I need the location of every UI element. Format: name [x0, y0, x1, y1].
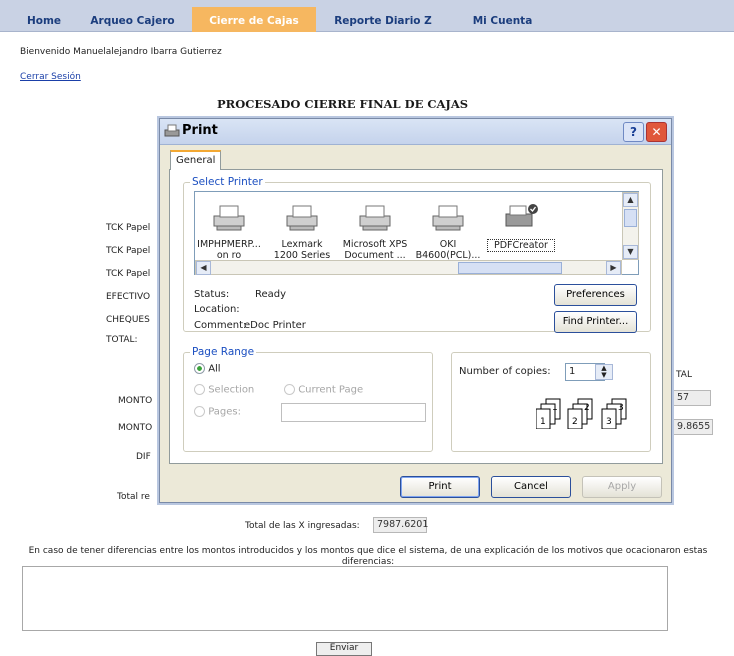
svg-text:3: 3	[618, 403, 624, 413]
printer-icon	[432, 205, 464, 231]
tab-reporte-diario-z[interactable]: Reporte Diario Z	[321, 7, 445, 32]
svg-text:2: 2	[572, 417, 578, 427]
monto-field[interactable]: 9.8655	[673, 419, 713, 435]
printer-item[interactable]: Microsoft XPS Document ...	[341, 202, 409, 261]
row-label: TCK Papel	[106, 246, 151, 256]
collate-icon: 11 22 33	[536, 398, 627, 429]
total-x-label: Total de las X ingresadas:	[245, 521, 360, 531]
main-nav: Home Arqueo Cajero Cierre de Cajas Repor…	[0, 0, 734, 32]
total-re-label: Total re	[117, 492, 150, 502]
printer-item[interactable]: IMPHPMERP... on ro	[195, 202, 263, 261]
scroll-thumb[interactable]	[458, 262, 562, 274]
dif-label: DIF	[136, 452, 151, 462]
explanation-prompt: En caso de tener diferencias entre los m…	[28, 546, 708, 567]
tab-home[interactable]: Home	[14, 7, 74, 32]
radio-selection[interactable]: Selection	[194, 384, 254, 396]
select-printer-title: Select Printer	[190, 176, 265, 188]
dialog-titlebar: Print ? ✕	[160, 119, 671, 145]
svg-text:2: 2	[584, 403, 590, 413]
radio-current-page[interactable]: Current Page	[284, 384, 363, 396]
cancel-button[interactable]: Cancel	[491, 476, 571, 498]
printer-icon	[164, 124, 180, 137]
svg-text:1: 1	[540, 417, 546, 427]
dialog-title: Print	[182, 123, 218, 138]
svg-text:1: 1	[552, 403, 558, 413]
printer-icon	[213, 205, 245, 231]
print-dialog: Print ? ✕ General Select Printer IMPHPME…	[159, 118, 672, 503]
general-panel: Select Printer IMPHPMERP... on ro Lexmar…	[169, 169, 663, 464]
svg-text:3: 3	[606, 417, 612, 427]
logout-link[interactable]: Cerrar Sesión	[20, 72, 81, 82]
select-printer-group: Select Printer IMPHPMERP... on ro Lexmar…	[183, 176, 651, 333]
row-label: EFECTIVO	[106, 292, 151, 302]
status-value: Ready	[255, 289, 287, 300]
find-printer-button[interactable]: Find Printer...	[554, 311, 637, 333]
page-title: PROCESADO CIERRE FINAL DE CAJAS	[217, 97, 469, 111]
send-button[interactable]: Enviar	[316, 642, 372, 656]
chevron-left-icon[interactable]: ◀	[196, 261, 211, 275]
col-total-label: TAL	[676, 370, 692, 380]
location-label: Location:	[194, 304, 240, 315]
radio-pages[interactable]: Pages:	[194, 406, 241, 418]
printer-list[interactable]: IMPHPMERP... on ro Lexmark 1200 Series o…	[194, 191, 639, 275]
printer-list-hscroll[interactable]: ◀ ▶	[195, 260, 622, 275]
printer-item-selected[interactable]: PDFCreator	[487, 202, 555, 252]
page-range-title: Page Range	[190, 346, 257, 358]
welcome-text: Bienvenido Manuelalejandro Ibarra Gutier…	[20, 47, 222, 57]
close-icon: ✕	[651, 125, 662, 139]
copies-spinner[interactable]: ▲ ▼	[595, 364, 613, 380]
scroll-thumb[interactable]	[624, 209, 637, 227]
tab-general[interactable]: General	[170, 150, 221, 170]
tab-mi-cuenta[interactable]: Mi Cuenta	[450, 7, 555, 32]
monto-label: MONTO	[118, 423, 153, 433]
radio-checked-icon	[194, 363, 205, 374]
chevron-right-icon[interactable]: ▶	[606, 261, 621, 275]
chevron-down-icon[interactable]: ▼	[623, 245, 638, 259]
row-label: TOTAL:	[106, 335, 138, 345]
printer-default-icon	[505, 204, 538, 227]
chevron-up-icon[interactable]: ▲	[623, 193, 638, 207]
radio-all[interactable]: All	[194, 363, 221, 375]
chevron-down-icon[interactable]: ▼	[596, 372, 612, 379]
tab-arqueo-cajero[interactable]: Arqueo Cajero	[80, 7, 185, 32]
help-button[interactable]: ?	[623, 122, 644, 142]
tab-cierre-de-cajas[interactable]: Cierre de Cajas	[192, 7, 316, 32]
monto-label: MONTO	[118, 396, 153, 406]
printer-icon	[286, 205, 318, 231]
copies-group: Number of copies: 1 ▲ ▼ 11 22 33	[451, 352, 651, 452]
status-label: Status:	[194, 289, 230, 300]
copies-label: Number of copies:	[459, 366, 551, 377]
explanation-textarea[interactable]	[22, 566, 668, 631]
row-label: TCK Papel	[106, 223, 151, 233]
preferences-button[interactable]: Preferences	[554, 284, 637, 306]
close-button[interactable]: ✕	[646, 122, 667, 142]
printer-icon	[359, 205, 391, 231]
row-label: CHEQUES	[106, 315, 150, 325]
monto-field[interactable]: 57	[673, 390, 711, 406]
apply-button[interactable]: Apply	[582, 476, 662, 498]
printer-item[interactable]: OKI B4600(PCL)...	[414, 202, 482, 261]
row-label: TCK Papel	[106, 269, 151, 279]
total-x-field[interactable]: 7987.6201	[373, 517, 428, 533]
page-range-group: Page Range All Selection Current Page Pa…	[183, 346, 433, 452]
printer-list-vscroll[interactable]: ▲ ▼	[622, 192, 639, 260]
comment-label: Comment:	[194, 320, 247, 331]
print-button[interactable]: Print	[400, 476, 480, 498]
pages-input[interactable]	[281, 403, 426, 422]
comment-value: eDoc Printer	[244, 320, 306, 331]
